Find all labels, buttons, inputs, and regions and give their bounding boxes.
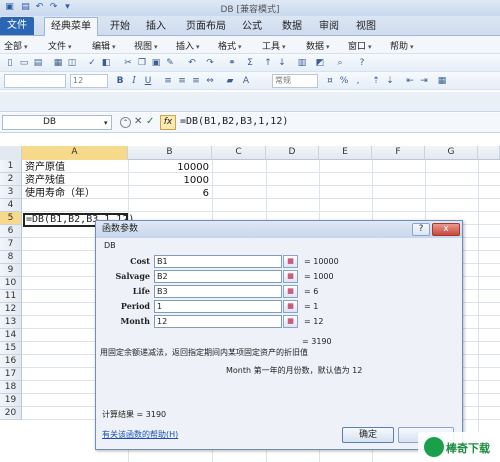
arg-result-month: = 12 (304, 317, 324, 326)
dialog-help-button[interactable]: ? (412, 223, 430, 236)
dialog-close-button[interactable]: x (432, 223, 460, 236)
row-header-14[interactable]: 14 (0, 329, 22, 342)
arg-input-cost[interactable]: B1 (154, 255, 282, 268)
gridline (22, 211, 500, 212)
watermark-logo-icon (424, 437, 444, 457)
row-header-17[interactable]: 17 (0, 368, 22, 381)
cell-a3[interactable]: 使用寿命（年） (25, 187, 128, 200)
range-picker-icon[interactable]: ▦ (283, 270, 298, 283)
watermark-text: 棒奇下载 (446, 442, 490, 455)
help-link[interactable]: 有关该函数的帮助(H) (102, 429, 178, 440)
row-header-3[interactable]: 3 (0, 186, 22, 199)
argument-description: Month 第一年的月份数，默认值为 12 (226, 366, 363, 375)
function-arguments-dialog: 函数参数 ? x DB Cost B1 ▦ = 10000 Salvage B2… (95, 220, 463, 450)
function-description: 用固定余额递减法，返回指定期间内某项固定资产的折旧值 (100, 348, 308, 357)
row-header-16[interactable]: 16 (0, 355, 22, 368)
arguments-group: Cost B1 ▦ = 10000 Salvage B2 ▦ = 1000 Li… (102, 251, 458, 331)
cell-b3[interactable]: 6 (128, 187, 212, 200)
dialog-title: 函数参数 (96, 221, 462, 238)
row-header-8[interactable]: 8 (0, 251, 22, 264)
formula-total: = 3190 (302, 337, 332, 346)
row-header-19[interactable]: 19 (0, 394, 22, 407)
arg-label-salvage: Salvage (115, 271, 150, 281)
row-header-18[interactable]: 18 (0, 381, 22, 394)
range-picker-icon[interactable]: ▦ (283, 300, 298, 313)
arg-input-month[interactable]: 12 (154, 315, 282, 328)
ok-button[interactable]: 确定 (342, 427, 394, 443)
range-picker-icon[interactable]: ▦ (283, 315, 298, 328)
row-header-6[interactable]: 6 (0, 225, 22, 238)
row-header-2[interactable]: 2 (0, 173, 22, 186)
arg-input-life[interactable]: B3 (154, 285, 282, 298)
row-header-15[interactable]: 15 (0, 342, 22, 355)
row-header-5[interactable]: 5 (0, 212, 22, 225)
watermark: 棒奇下载 (418, 432, 500, 462)
function-name: DB (104, 241, 116, 250)
gridline (478, 160, 479, 462)
row-header-4[interactable]: 4 (0, 199, 22, 212)
arg-label-life: Life (132, 286, 150, 296)
cell-b2[interactable]: 1000 (128, 174, 212, 187)
row-header-10[interactable]: 10 (0, 277, 22, 290)
row-header-20[interactable]: 20 (0, 407, 22, 420)
arg-label-period: Period (120, 301, 150, 311)
row-header-9[interactable]: 9 (0, 264, 22, 277)
range-picker-icon[interactable]: ▦ (283, 285, 298, 298)
arg-result-salvage: = 1000 (304, 272, 334, 281)
arg-result-cost: = 10000 (304, 257, 339, 266)
arg-result-period: = 1 (304, 302, 319, 311)
formula-result: 计算结果 = 3190 (102, 410, 167, 419)
cell-a1[interactable]: 资产原值 (25, 161, 125, 174)
cell-b1[interactable]: 10000 (128, 161, 212, 174)
arg-input-period[interactable]: 1 (154, 300, 282, 313)
arg-label-cost: Cost (130, 256, 150, 266)
row-header-11[interactable]: 11 (0, 290, 22, 303)
row-header-12[interactable]: 12 (0, 303, 22, 316)
range-picker-icon[interactable]: ▦ (283, 255, 298, 268)
arg-input-salvage[interactable]: B2 (154, 270, 282, 283)
cell-a2[interactable]: 资产残值 (25, 174, 125, 187)
arg-result-life: = 6 (304, 287, 319, 296)
row-header-1[interactable]: 1 (0, 160, 22, 173)
arg-label-month: Month (120, 316, 150, 326)
row-header-13[interactable]: 13 (0, 316, 22, 329)
row-header-7[interactable]: 7 (0, 238, 22, 251)
